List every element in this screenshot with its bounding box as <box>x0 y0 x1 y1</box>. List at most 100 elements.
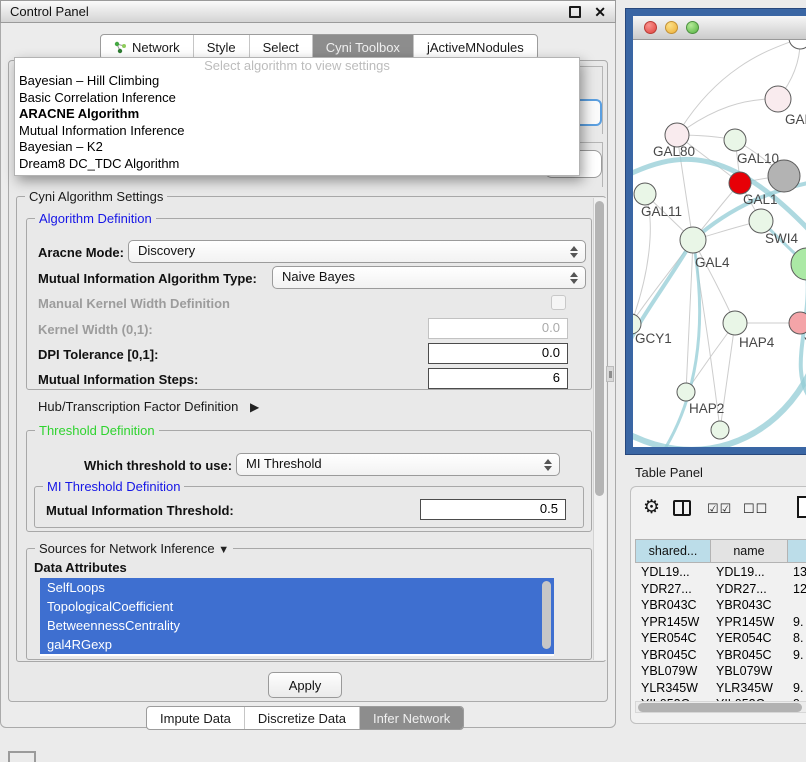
aracne-mode-combo[interactable]: Discovery <box>128 240 586 263</box>
cell: YER054C <box>711 630 788 647</box>
table-row[interactable]: YBR045C YBR045C 9. <box>635 647 806 664</box>
column-header-shared-name-label: shared... <box>649 544 698 558</box>
close-icon[interactable]: ✕ <box>594 5 606 19</box>
network-node[interactable] <box>789 40 806 49</box>
mac-minimize-button[interactable] <box>665 21 678 34</box>
which-threshold-combo[interactable]: MI Threshold <box>236 453 560 476</box>
network-node-swi4[interactable] <box>749 209 773 233</box>
deselect-checkboxes-icon[interactable]: ☐☐ <box>743 501 768 517</box>
mi-algorithm-type-combo[interactable]: Naive Bayes <box>272 266 586 289</box>
cell: YPR145W <box>635 614 711 631</box>
table-row[interactable]: YDR27... YDR27... 12 <box>635 581 806 598</box>
tab-impute-data[interactable]: Impute Data <box>147 707 245 729</box>
node-label-gal80: GAL80 <box>653 144 695 159</box>
split-columns-icon[interactable] <box>673 500 691 516</box>
network-graph[interactable]: GAL GAL80 GAL10 GAL1 GAL11 SWI4 GAL4 GCY… <box>633 40 806 447</box>
dropdown-item-basic-correlation[interactable]: Basic Correlation Inference <box>15 90 579 107</box>
minimized-panel-icon[interactable] <box>8 751 36 762</box>
network-node-y[interactable] <box>789 312 806 334</box>
mac-close-button[interactable] <box>644 21 657 34</box>
network-node-gal[interactable] <box>765 86 791 112</box>
sources-title-label: Sources for Network Inference <box>39 541 215 556</box>
dpi-tolerance-input[interactable]: 0.0 <box>428 343 568 364</box>
table-row[interactable]: YBR043C YBR043C <box>635 597 806 614</box>
dropdown-item-aracne[interactable]: ARACNE Algorithm <box>15 106 579 123</box>
network-node-gal10[interactable] <box>724 129 746 151</box>
table-rows: YDL19... YDL19... 13 YDR27... YDR27... 1… <box>635 564 806 701</box>
splitpane-divider-grip[interactable] <box>606 366 614 382</box>
algorithm-dropdown-prompt: Select algorithm to view settings <box>15 58 579 73</box>
settings-scrollbar[interactable] <box>593 198 606 660</box>
table-row[interactable]: YER054C YER054C 8. <box>635 630 806 647</box>
network-node-hap4[interactable] <box>723 311 747 335</box>
apply-button[interactable]: Apply <box>268 672 342 698</box>
table-panel: ⚙ ☑☑ ☐☐ shared... name YDL19... YDL19...… <box>630 486 806 724</box>
cell: YBL079W <box>711 663 788 680</box>
table-horizontal-scrollbar[interactable] <box>635 701 806 713</box>
cell: YPR145W <box>711 614 788 631</box>
which-threshold-value: MI Threshold <box>246 456 322 471</box>
mi-steps-label: Mutual Information Steps: <box>38 372 198 387</box>
dropdown-item-bayesian-k2[interactable]: Bayesian – K2 <box>15 139 579 156</box>
cell <box>788 597 806 614</box>
network-node-gal1[interactable] <box>729 172 751 194</box>
mi-threshold-definition-title: MI Threshold Definition <box>43 479 184 494</box>
tab-discretize-data[interactable]: Discretize Data <box>245 707 360 729</box>
settings-scrollbar-thumb[interactable] <box>595 201 604 496</box>
list-item-gal4rgexp[interactable]: gal4RGexp <box>40 635 554 654</box>
node-label-hap2: HAP2 <box>689 401 724 416</box>
combo-stepper-icon <box>568 245 579 259</box>
table-row[interactable]: YLR345W YLR345W 9. <box>635 680 806 697</box>
list-item-topologicalcoefficient[interactable]: TopologicalCoefficient <box>40 597 554 616</box>
cell: YBR045C <box>711 647 788 664</box>
node-label-swi4: SWI4 <box>765 231 798 246</box>
column-header-partial[interactable] <box>788 539 806 563</box>
settings-gear-icon[interactable]: ⚙ <box>643 498 660 517</box>
cell: YBR043C <box>635 597 711 614</box>
table-row[interactable]: YPR145W YPR145W 9. <box>635 614 806 631</box>
tab-jactivemnodules[interactable]: jActiveMNodules <box>414 35 537 59</box>
manual-kernel-width-checkbox[interactable] <box>551 295 566 310</box>
list-scrollbar[interactable] <box>542 581 551 649</box>
tab-style[interactable]: Style <box>194 35 250 59</box>
dropdown-item-mutual-information[interactable]: Mutual Information Inference <box>15 123 579 140</box>
list-item-selfloops[interactable]: SelfLoops <box>40 578 554 597</box>
mac-zoom-button[interactable] <box>686 21 699 34</box>
dropdown-item-bayesian-hill-climbing[interactable]: Bayesian – Hill Climbing <box>15 73 579 90</box>
kernel-width-input[interactable]: 0.0 <box>428 318 568 339</box>
combo-stepper-icon <box>568 271 579 285</box>
float-window-icon[interactable] <box>569 6 581 18</box>
screen: Control Panel ✕ Network Style Select <box>0 0 806 762</box>
cell: 9. <box>788 647 806 664</box>
tab-select[interactable]: Select <box>250 35 313 59</box>
tab-cyni-toolbox[interactable]: Cyni Toolbox <box>313 35 414 59</box>
network-node-gal11[interactable] <box>634 183 656 205</box>
network-node-gal4[interactable] <box>680 227 706 253</box>
column-header-name[interactable]: name <box>711 539 788 563</box>
aracne-mode-label: Aracne Mode: <box>38 245 124 260</box>
table-horizontal-scrollbar-thumb[interactable] <box>638 703 802 712</box>
table-row[interactable]: YDL19... YDL19... 13 <box>635 564 806 581</box>
tab-network[interactable]: Network <box>101 35 194 59</box>
cell: YDL19... <box>711 564 788 581</box>
tab-infer-network[interactable]: Infer Network <box>360 707 463 729</box>
network-node[interactable] <box>711 421 729 439</box>
cell: YLR345W <box>635 680 711 697</box>
select-all-checkboxes-icon[interactable]: ☑☑ <box>707 501 732 517</box>
network-node-hap2[interactable] <box>677 383 695 401</box>
column-header-shared-name[interactable]: shared... <box>635 539 711 563</box>
aracne-mode-value: Discovery <box>138 243 195 258</box>
dropdown-item-dream8[interactable]: Dream8 DC_TDC Algorithm <box>15 156 579 173</box>
tab-cyni-toolbox-label: Cyni Toolbox <box>326 40 400 55</box>
sources-title[interactable]: Sources for Network Inference ▼ <box>35 541 233 556</box>
tab-network-label: Network <box>132 40 180 55</box>
cell: YDR27... <box>635 581 711 598</box>
mi-steps-input[interactable]: 6 <box>428 368 568 389</box>
new-table-icon[interactable] <box>797 496 806 518</box>
list-item-betweennesscentrality[interactable]: BetweennessCentrality <box>40 616 554 635</box>
mi-threshold-input[interactable]: 0.5 <box>420 499 566 520</box>
apply-button-label: Apply <box>289 678 322 693</box>
table-row[interactable]: YBL079W YBL079W <box>635 663 806 680</box>
hub-transcription-expander[interactable]: Hub/Transcription Factor Definition ▶ <box>38 399 259 414</box>
tab-select-label: Select <box>263 40 299 55</box>
